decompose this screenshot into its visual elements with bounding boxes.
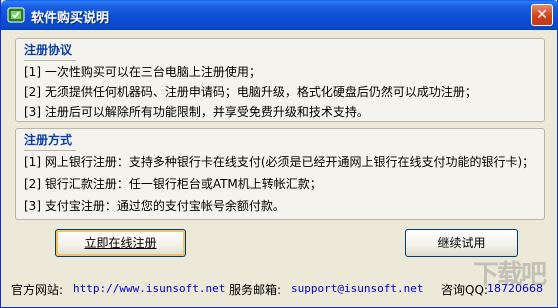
register-online-label: 立即在线注册	[84, 236, 157, 250]
close-icon: ✕	[536, 7, 548, 23]
agreement-line-1: [1] 一次性购买可以在三台电脑上注册使用；	[24, 65, 261, 79]
app-icon	[7, 7, 25, 23]
methods-group: 注册方式 [1] 网上银行注册：支持多种银行卡在线支付(必须是已经开通网上银行在…	[15, 128, 545, 220]
continue-trial-label: 继续试用	[437, 236, 486, 250]
site-label: 官方网站:	[11, 283, 64, 297]
agreement-line-2: [2] 无须提供任何机器码、注册申请码；电脑升级，格式化硬盘后仍然可以成功注册；	[24, 85, 477, 99]
method-line-3: [3] 支付宝注册：通过您的支付宝帐号余额付款。	[24, 199, 285, 213]
agreement-group: 注册协议 [1] 一次性购买可以在三台电脑上注册使用； [2] 无须提供任何机器…	[15, 38, 545, 122]
agreement-line-3: [3] 注册后可以解除所有功能限制，并享受免费升级和技术支持。	[24, 105, 369, 119]
watermark-logo: 下载吧	[473, 260, 547, 290]
register-online-button[interactable]: 立即在线注册	[55, 229, 186, 257]
method-line-1: [1] 网上银行注册：支持多种银行卡在线支付(必须是已经开通网上银行在线支付功能…	[24, 155, 535, 169]
methods-title: 注册方式	[24, 133, 77, 151]
dialog-window: 软件购买说明 ✕ 注册协议 [1] 一次性购买可以在三台电脑上注册使用； [2]…	[0, 0, 558, 308]
window-title: 软件购买说明	[31, 11, 110, 26]
method-line-2: [2] 银行汇款注册：任一银行柜台或ATM机上转帐汇款；	[24, 177, 322, 191]
site-link[interactable]: http://www.isunsoft.net	[73, 282, 225, 295]
continue-trial-button[interactable]: 继续试用	[405, 229, 518, 257]
title-bar[interactable]: 软件购买说明 ✕	[1, 0, 558, 30]
agreement-title: 注册协议	[24, 43, 77, 61]
email-label: 服务邮箱:	[229, 283, 282, 297]
email-link[interactable]: support@isunsoft.net	[291, 282, 423, 295]
close-button[interactable]: ✕	[531, 4, 553, 26]
